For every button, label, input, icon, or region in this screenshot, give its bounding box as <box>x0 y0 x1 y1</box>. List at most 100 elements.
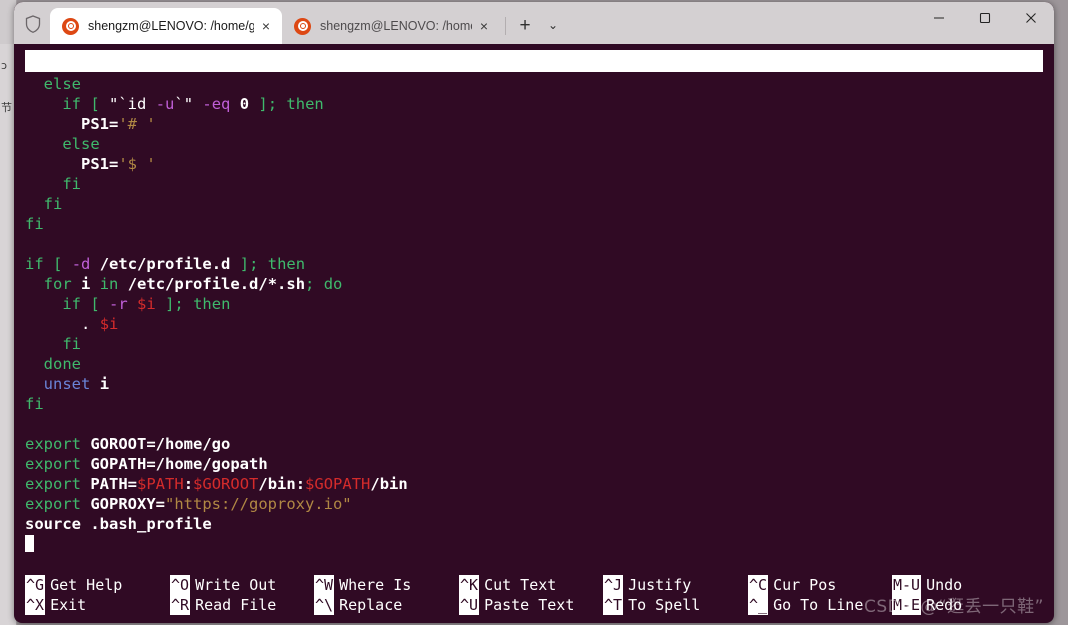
shortcut-label: Cur Pos <box>773 576 837 594</box>
code-line: PS1='$ ' <box>25 154 1054 174</box>
shortcut-item[interactable]: ^W Where Is <box>314 575 411 595</box>
code-token: done <box>43 355 81 373</box>
shortcut-key: ^T <box>603 595 624 615</box>
shortcut-key: ^G <box>25 575 46 595</box>
shortcut-item[interactable]: ^X Exit <box>25 595 86 615</box>
code-line: source .bash_profile <box>25 514 1054 534</box>
tab-close-icon[interactable]: × <box>256 16 276 36</box>
shortcut-label: Paste Text <box>484 596 575 614</box>
code-token: ; <box>267 95 278 113</box>
code-token: . <box>81 315 91 333</box>
code-token: /home/go <box>155 435 231 453</box>
code-token: fi <box>62 175 81 193</box>
shortcut-item[interactable]: ^J Justify <box>603 575 691 595</box>
code-line: for i in /etc/profile.d/*.sh; do <box>25 274 1054 294</box>
code-token: /bin <box>370 475 408 493</box>
background-sliver-text-2: 节 <box>1 101 12 114</box>
shortcut-label: To Spell <box>628 596 701 614</box>
code-token: export <box>25 495 81 513</box>
maximize-button[interactable] <box>962 2 1008 34</box>
code-line: done <box>25 354 1054 374</box>
close-button[interactable] <box>1008 2 1054 34</box>
code-token: [ <box>90 295 100 313</box>
shield-icon <box>22 13 44 35</box>
shortcut-item[interactable]: ^G Get Help <box>25 575 122 595</box>
shortcut-item[interactable]: ^_ Go To Line <box>748 595 863 615</box>
minimize-icon <box>934 17 944 19</box>
code-token: PS1= <box>81 115 119 133</box>
shortcut-label: Replace <box>339 596 403 614</box>
code-line: export PATH=$PATH:$GOROOT/bin:$GOPATH/bi… <box>25 474 1054 494</box>
code-token: then <box>286 95 324 113</box>
terminal-window: shengzm@LENOVO: /home/g × shengzm@LENOVO… <box>14 2 1054 623</box>
code-token: source <box>25 515 81 533</box>
code-token: -u <box>155 95 175 113</box>
window-controls <box>916 2 1054 44</box>
shortcut-item[interactable]: ^R Read File <box>170 595 276 615</box>
shortcut-item[interactable]: ^O Write Out <box>170 575 276 595</box>
chevron-down-icon: ⌄ <box>547 18 559 32</box>
shortcut-key: ^R <box>170 595 191 615</box>
code-line: export GOPROXY="https://goproxy.io" <box>25 494 1054 514</box>
shortcut-label: Cut Text <box>484 576 557 594</box>
code-line: fi <box>25 394 1054 414</box>
code-line: fi <box>25 214 1054 234</box>
block-cursor <box>25 535 34 552</box>
code-token: export <box>25 475 81 493</box>
shortcut-item[interactable]: ^U Paste Text <box>459 595 574 615</box>
code-token: i <box>99 375 110 393</box>
code-line: else <box>25 134 1054 154</box>
code-token: /bin <box>258 475 296 493</box>
shortcut-item[interactable]: ^T To Spell <box>603 595 700 615</box>
code-line: unset i <box>25 374 1054 394</box>
shortcut-key: ^C <box>748 575 769 595</box>
shortcut-item[interactable]: ^K Cut Text <box>459 575 556 595</box>
nano-editor-buffer[interactable]: else if [ "`id -u`" -eq 0 ]; then PS1='#… <box>25 72 1054 554</box>
shortcut-label: Get Help <box>50 576 123 594</box>
code-token: .bash_profile <box>90 515 212 533</box>
code-token: $i <box>99 315 119 333</box>
code-token: GOROOT= <box>90 435 156 453</box>
code-token: 0 <box>239 95 250 113</box>
shortcut-label: Exit <box>50 596 87 614</box>
tab-list-menu-button[interactable]: ⌄ <box>539 11 567 39</box>
shortcut-key: ^\ <box>314 595 335 615</box>
watermark: CSDN @“逛丢一只鞋” <box>864 597 1044 617</box>
code-token: fi <box>43 195 63 213</box>
code-token: else <box>43 75 81 93</box>
shortcut-item[interactable]: ^\ Replace <box>314 595 402 615</box>
code-token: export <box>25 435 81 453</box>
tab-0[interactable]: shengzm@LENOVO: /home/g × <box>50 8 282 44</box>
tab-divider <box>505 17 506 35</box>
maximize-icon <box>979 12 991 24</box>
code-token: "https://goproxy.io" <box>165 495 352 513</box>
shortcut-item[interactable]: ^C Cur Pos <box>748 575 836 595</box>
code-token: then <box>267 255 306 273</box>
code-line: if [ -d /etc/profile.d ]; then <box>25 254 1054 274</box>
code-token: if <box>62 295 81 313</box>
minimize-button[interactable] <box>916 2 962 34</box>
new-tab-button[interactable]: + <box>511 11 539 39</box>
tab-close-icon[interactable]: × <box>474 16 494 36</box>
tab-bar: shengzm@LENOVO: /home/g × shengzm@LENOVO… <box>14 2 1054 44</box>
tab-1[interactable]: shengzm@LENOVO: /home/w × <box>282 8 500 44</box>
code-token: unset <box>43 375 91 393</box>
code-token: ] <box>239 255 250 273</box>
code-token: $GOPATH <box>305 475 371 493</box>
